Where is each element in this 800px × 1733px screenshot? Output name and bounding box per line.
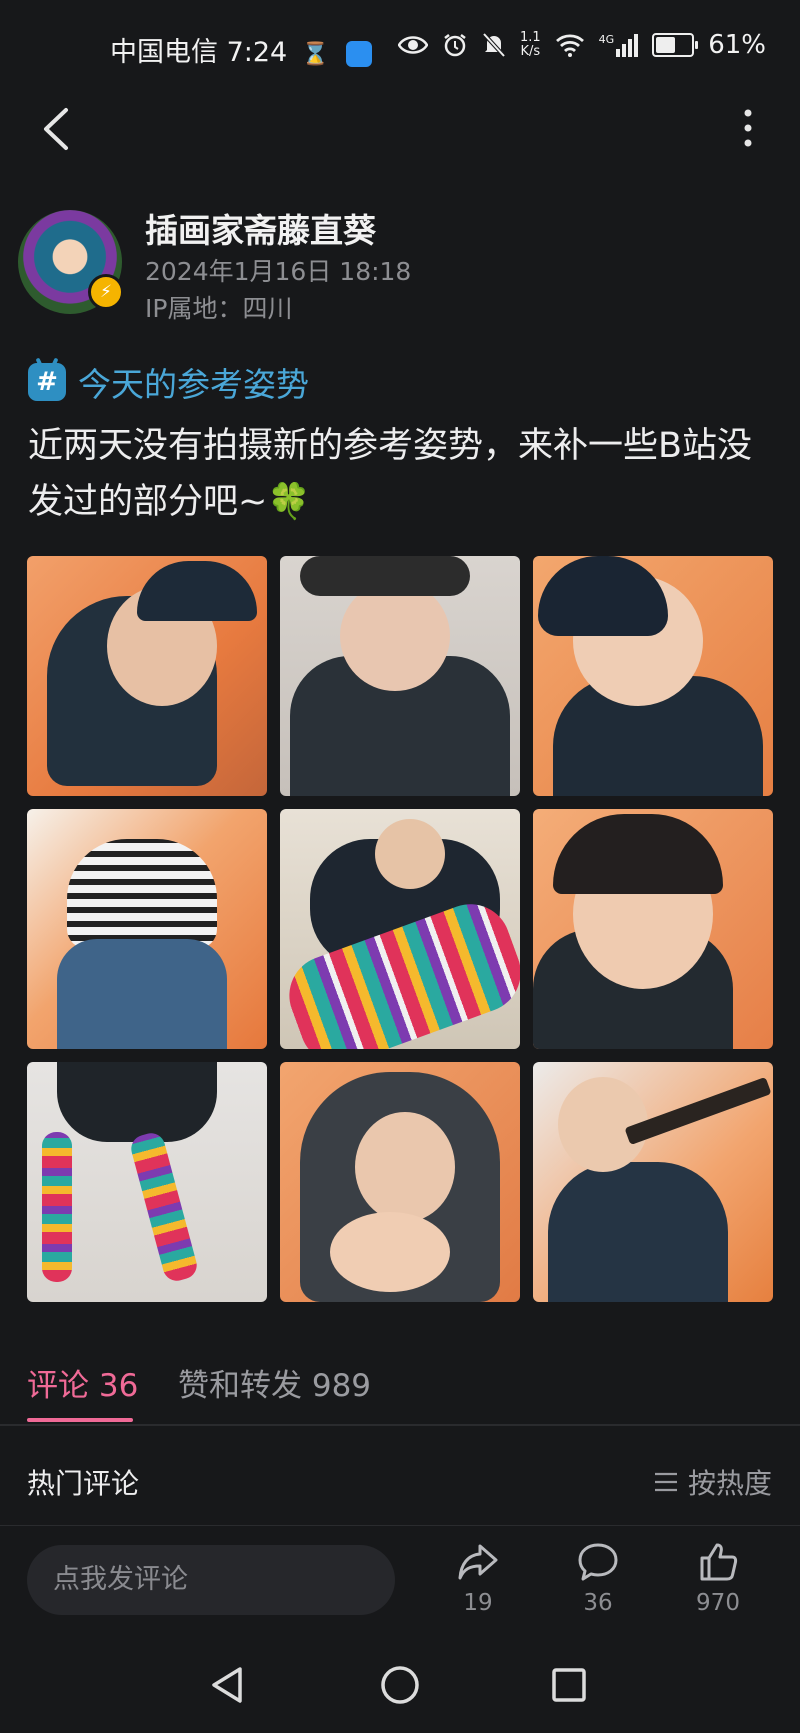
back-button[interactable] [36,104,76,154]
status-bar: 中国电信 7:24 ⌛ 1.1 K/s 4G 61% [0,0,800,100]
photo-8[interactable] [280,1062,520,1302]
net-speed: 1.1 K/s [519,30,541,59]
signal-icon: 4G [599,33,639,57]
comment-bubble-icon [578,1543,618,1581]
hourglass-icon: ⌛ [301,42,330,67]
square-recents-icon [552,1668,586,1702]
eye-icon [397,36,428,54]
share-button[interactable]: 19 [433,1540,523,1616]
more-options-button[interactable] [728,104,768,154]
like-button[interactable]: 970 [673,1540,763,1616]
thumbs-up-icon [700,1543,738,1581]
sort-label: 按热度 [687,1467,772,1500]
hot-comments-heading: 热门评论 [27,1467,140,1500]
comment-input[interactable]: 点我发评论 [27,1545,395,1615]
weather-icon [345,40,372,67]
photo-4[interactable] [27,809,267,1049]
system-back-button[interactable] [208,1665,246,1709]
photo-7[interactable] [27,1062,267,1302]
status-icons: 1.1 K/s 4G 61% [397,30,766,60]
photo-3[interactable] [533,556,773,796]
triangle-back-icon [212,1667,242,1703]
chevron-left-icon [44,108,68,150]
share-count: 19 [463,1590,493,1616]
photo-1[interactable] [27,556,267,796]
tab-likes-reposts[interactable]: 赞和转发 989 [178,1360,371,1405]
lightning-badge-icon: ⚡ [88,274,124,310]
photo-5[interactable] [280,809,520,1049]
circle-home-icon [381,1666,419,1704]
divider [0,1424,800,1426]
topic-tag[interactable]: # 今天的参考姿势 [28,358,309,406]
divider [0,1525,800,1526]
comment-count: 36 [583,1590,613,1616]
photo-grid [27,556,773,1302]
photo-9[interactable] [533,1062,773,1302]
share-icon [458,1544,498,1580]
system-recent-apps-button[interactable] [551,1667,587,1707]
carrier-time: 中国电信 7:24 ⌛ [110,30,372,69]
active-tab-indicator [27,1418,133,1422]
wifi-icon [555,34,584,57]
like-count: 970 [696,1590,740,1616]
comment-button[interactable]: 36 [553,1540,643,1616]
topic-hash-icon: # [28,363,66,401]
author-name[interactable]: 插画家斋藤直葵 [145,204,376,252]
tab-comments[interactable]: 评论 36 [27,1360,138,1405]
post-time: 2024年1月16日 18:18 [145,257,412,286]
photo-6[interactable] [533,809,773,1049]
vertical-dots-icon [744,109,752,147]
battery-percent: 61% [708,30,766,60]
post-text: 近两天没有拍摄新的参考姿势，来补一些B站没发过的部分吧~🍀 [28,426,753,522]
alarm-icon [444,34,466,57]
topic-label: 今天的参考姿势 [78,365,309,404]
system-home-button[interactable] [380,1665,420,1709]
battery-icon [652,33,699,57]
photo-2[interactable] [280,556,520,796]
mute-icon [482,32,506,58]
menu-lines-icon [654,1472,677,1492]
author-avatar[interactable]: ⚡ [18,210,124,314]
sort-button[interactable]: 按热度 [654,1462,772,1502]
ip-location: IP属地：四川 [145,294,293,323]
